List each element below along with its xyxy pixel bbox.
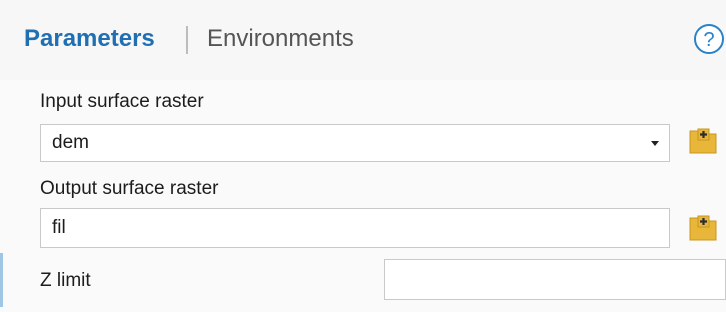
tab-parameters[interactable]: Parameters xyxy=(24,22,155,56)
tab-bar: Parameters Environments ? xyxy=(0,0,726,80)
z-limit-label: Z limit xyxy=(40,270,91,291)
output-surface-raster-label: Output surface raster xyxy=(40,178,219,199)
tab-environments[interactable]: Environments xyxy=(207,22,354,56)
input-folder-add-icon[interactable] xyxy=(686,123,720,157)
geoprocessing-pane: Parameters Environments ? Input surface … xyxy=(0,0,726,312)
chevron-down-icon[interactable] xyxy=(649,134,661,152)
input-surface-raster-value: dem xyxy=(52,132,89,153)
svg-text:?: ? xyxy=(703,29,714,51)
input-surface-raster-label: Input surface raster xyxy=(40,91,204,112)
help-icon[interactable]: ? xyxy=(693,23,725,55)
z-limit-input[interactable] xyxy=(384,259,726,300)
tab-divider xyxy=(186,26,188,54)
input-surface-raster-combo[interactable]: dem xyxy=(40,124,670,162)
